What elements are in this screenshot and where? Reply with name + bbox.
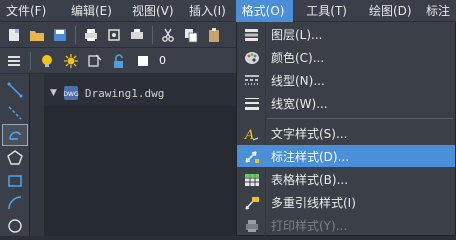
menu-draw[interactable]: 绘图(D) xyxy=(363,0,416,22)
toolbar-separator xyxy=(30,51,31,70)
new-file-icon[interactable] xyxy=(4,25,24,45)
menu-insert[interactable]: 插入(I) xyxy=(183,0,233,22)
layer-on-bulb-icon[interactable] xyxy=(37,51,57,71)
text-style-icon: A xyxy=(243,125,260,142)
svg-text:DWG: DWG xyxy=(63,91,79,98)
menu-item-label: 表格样式(B)... xyxy=(271,172,349,187)
toolbar-separator xyxy=(152,25,153,44)
document-tab-label: Drawing1.dwg xyxy=(84,86,165,100)
ray-tool-icon[interactable] xyxy=(3,103,27,123)
polyline-tool-icon[interactable] xyxy=(1,124,28,147)
layers-icon xyxy=(243,26,260,43)
menu-item-multileader-style[interactable]: 多重引线样式(I) xyxy=(237,191,455,213)
menu-format[interactable]: 格式(O) xyxy=(235,0,294,22)
svg-text:A: A xyxy=(244,128,254,142)
layer-viewport-icon[interactable] xyxy=(85,51,105,71)
menu-item-table-style[interactable]: 表格样式(B)... xyxy=(237,168,455,190)
open-folder-icon[interactable] xyxy=(27,25,47,45)
menu-item-label: 文字样式(S)... xyxy=(271,126,348,141)
lineweight-icon xyxy=(243,95,260,112)
save-icon[interactable] xyxy=(50,25,70,45)
print-preview-icon[interactable] xyxy=(104,25,124,45)
layer-freeze-sun-icon[interactable] xyxy=(61,51,81,71)
menu-edit[interactable]: 编辑(E) xyxy=(65,0,118,22)
layer-color-swatch[interactable] xyxy=(133,51,153,71)
menu-item-color[interactable]: 颜色(C)... xyxy=(237,46,455,68)
multileader-style-icon xyxy=(243,194,260,211)
toolbar-separator xyxy=(75,25,76,44)
layer-unlock-icon[interactable] xyxy=(109,51,129,71)
menu-item-label: 标注样式(D)... xyxy=(271,149,350,164)
copy-icon[interactable] xyxy=(181,25,201,45)
rectangle-tool-icon[interactable] xyxy=(3,171,27,191)
polygon-tool-icon[interactable] xyxy=(3,148,27,168)
menu-file[interactable]: 文件(F) xyxy=(0,0,47,22)
tab-dropdown-arrow-icon[interactable]: ▼ xyxy=(50,88,57,98)
menu-item-label: 颜色(C)... xyxy=(271,50,325,65)
menu-item-text-style[interactable]: A 文字样式(S)... xyxy=(237,122,455,144)
line-tool-icon[interactable] xyxy=(3,80,27,100)
arc-tool-icon[interactable] xyxy=(3,194,27,214)
document-gutter xyxy=(30,74,44,236)
dimension-style-icon xyxy=(243,148,260,165)
menu-separator xyxy=(267,118,453,119)
color-palette-icon xyxy=(243,49,260,66)
draw-tool-palette xyxy=(0,74,30,236)
menu-item-linetype[interactable]: 线型(N)... xyxy=(237,69,455,91)
document-tab[interactable]: ▼ DWG Drawing1.dwg xyxy=(44,82,234,104)
print-icon[interactable] xyxy=(81,25,101,45)
dwg-file-icon: DWG xyxy=(63,86,79,100)
current-layer-name[interactable]: 0 xyxy=(159,54,166,67)
menu-item-label: 线型(N)... xyxy=(271,73,325,88)
cut-icon[interactable] xyxy=(158,25,178,45)
menu-item-lineweight[interactable]: 线宽(W)... xyxy=(237,92,455,114)
menu-item-label: 打印样式(Y)... xyxy=(271,218,348,233)
plot-style-icon xyxy=(243,217,260,234)
menu-item-layers[interactable]: 图层(L)... xyxy=(237,23,455,45)
menu-item-label: 图层(L)... xyxy=(271,27,323,42)
paste-icon[interactable] xyxy=(204,25,224,45)
publish-icon[interactable] xyxy=(127,25,147,45)
menu-bar: 文件(F) 编辑(E) 视图(V) 插入(I) 格式(O) 工具(T) 绘图(D… xyxy=(0,0,456,22)
format-dropdown-menu: 图层(L)... 颜色(C)... 线型(N)... 线宽(W)... A 文字… xyxy=(236,22,456,236)
menu-item-label: 多重引线样式(I) xyxy=(271,195,356,210)
linetype-icon xyxy=(243,72,260,89)
menu-item-label: 线宽(W)... xyxy=(271,96,328,111)
menu-tools[interactable]: 工具(T) xyxy=(300,0,353,22)
table-style-icon xyxy=(243,171,260,188)
menu-item-dimension-style[interactable]: 标注样式(D)... xyxy=(237,145,455,167)
layer-manager-icon[interactable] xyxy=(4,51,24,71)
menu-item-plot-style[interactable]: 打印样式(Y)... xyxy=(237,214,455,236)
menu-view[interactable]: 视图(V) xyxy=(126,0,179,22)
circle-tool-icon[interactable] xyxy=(3,216,27,236)
menu-dimension[interactable]: 标注 xyxy=(420,0,456,22)
